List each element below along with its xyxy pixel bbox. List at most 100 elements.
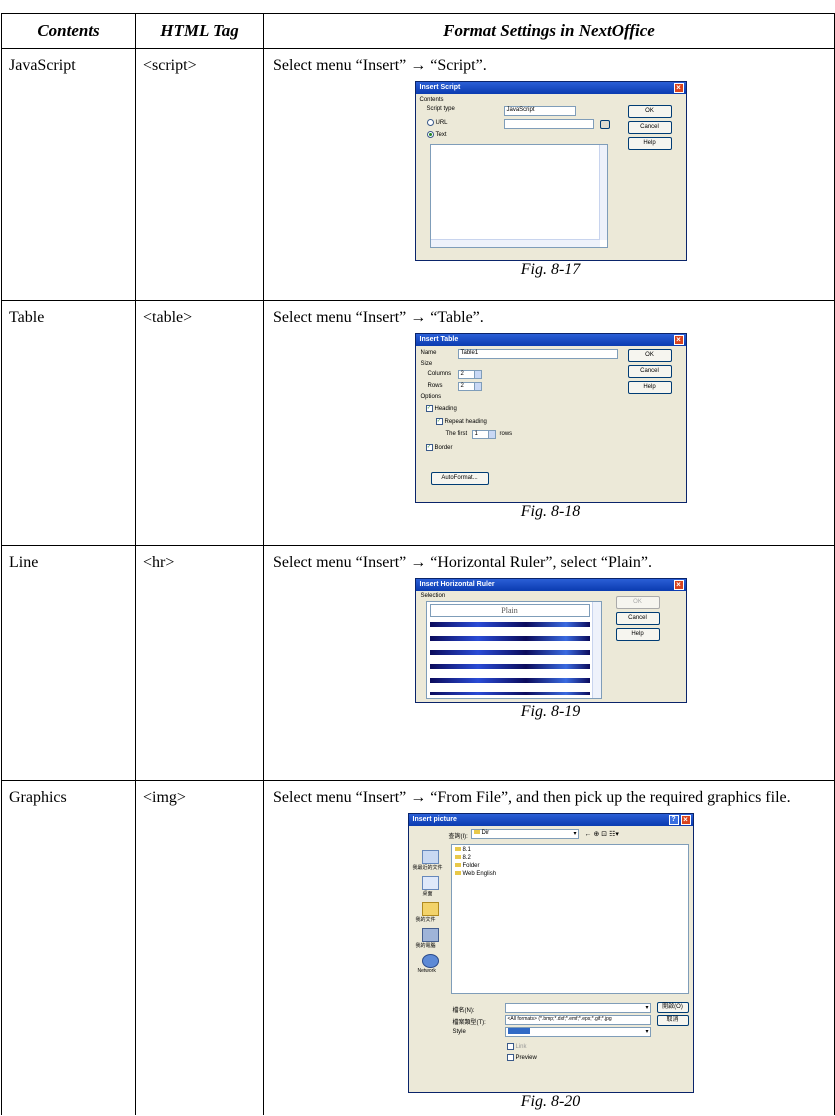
close-icon[interactable]: × <box>673 580 684 590</box>
cell-format: Select menu “Insert” → “Horizontal Ruler… <box>263 545 835 781</box>
figure: Insert Horizontal Ruler × Selection Plai… <box>273 573 828 703</box>
header-contents: Contents <box>1 13 136 49</box>
close-icon[interactable]: × <box>673 83 684 93</box>
spin-icon[interactable] <box>473 383 481 390</box>
table-row: Line <hr> Select menu “Insert” → “Horizo… <box>1 545 835 781</box>
file-list[interactable]: 8.1 8.2 Folder Web English <box>450 844 689 994</box>
folder-icon <box>454 863 461 867</box>
help-button[interactable]: Help <box>615 628 660 641</box>
rows-label: Rows <box>427 383 443 389</box>
script-type-field[interactable]: JavaScript <box>503 106 576 116</box>
dialog-title-bar: Insert Table × <box>415 334 686 346</box>
border-checkbox[interactable]: ✓ Border <box>425 444 453 451</box>
ruler-option[interactable] <box>429 650 590 655</box>
spin-icon[interactable] <box>487 431 495 438</box>
table-row: JavaScript <script> Select menu “Insert”… <box>1 48 835 301</box>
style-select[interactable]: ▾ <box>504 1027 651 1037</box>
script-text-area[interactable] <box>429 144 608 248</box>
name-field[interactable]: Table1 <box>457 349 618 359</box>
link-checkbox[interactable]: Link <box>506 1043 527 1050</box>
place-label: Network <box>417 968 436 974</box>
dialog-title: Insert Table <box>419 336 459 343</box>
url-radio[interactable]: URL <box>426 119 448 126</box>
cancel-button[interactable]: Cancel <box>627 121 672 134</box>
insert-table-dialog: Insert Table × Name Table1 Size Columns … <box>414 333 687 503</box>
ruler-option[interactable] <box>429 636 590 641</box>
ok-button[interactable]: OK <box>615 596 660 609</box>
file-name-label: 檔名(N): <box>452 1008 475 1014</box>
dialog-title-bar: Insert Script × <box>415 82 686 94</box>
options-group-label: Options <box>420 394 442 400</box>
place-label: 桌面 <box>422 891 433 897</box>
file-name-field[interactable]: ▾ <box>504 1003 651 1013</box>
preview-checkbox[interactable]: Preview <box>506 1054 537 1061</box>
size-group-label: Size <box>420 361 433 367</box>
autoformat-button[interactable]: AutoFormat... <box>430 472 489 485</box>
list-item[interactable]: Web English <box>454 871 496 877</box>
dialog-title: Insert Horizontal Ruler <box>419 581 495 588</box>
vertical-scrollbar[interactable] <box>591 602 601 698</box>
documents-icon[interactable] <box>421 902 439 916</box>
ok-button[interactable]: OK <box>627 105 672 118</box>
nav-icons[interactable]: ← ⊕ ⊡ ☷▾ <box>585 830 619 838</box>
columns-stepper[interactable]: 2 <box>457 370 482 379</box>
cancel-button[interactable]: Cancel <box>627 365 672 378</box>
figure: Insert picture ? × 查詢(I): Dir ▾ ← ⊕ ⊡ ☷▾ … <box>273 808 828 1093</box>
columns-label: Columns <box>427 371 452 377</box>
dialog-title: Insert picture <box>412 816 457 823</box>
folder-icon <box>454 871 461 875</box>
insert-script-dialog: Insert Script × Contents Script type Jav… <box>414 81 687 261</box>
repeat-heading-checkbox[interactable]: ✓ Repeat heading <box>435 418 487 425</box>
figure-caption: Fig. 8-19 <box>520 703 581 720</box>
cancel-button[interactable]: Cancel <box>615 612 660 625</box>
instruction-text: Select menu “Insert” → “Table”. <box>273 309 484 326</box>
rows-stepper[interactable]: 2 <box>457 382 482 391</box>
list-item[interactable]: 8.2 <box>454 855 471 861</box>
cell-content: Graphics <box>1 780 136 1115</box>
help-button[interactable]: Help <box>627 381 672 394</box>
help-icon[interactable]: ? <box>668 815 679 825</box>
look-in-select[interactable]: Dir ▾ <box>470 829 579 839</box>
computer-icon[interactable] <box>421 928 439 942</box>
cancel-button[interactable]: 取消 <box>656 1015 689 1026</box>
figure: Insert Script × Contents Script type Jav… <box>273 76 828 261</box>
instruction-text: Select menu “Insert” → “Script”. <box>273 57 487 74</box>
header-html-tag: HTML Tag <box>135 13 264 49</box>
dialog-title-bar: Insert Horizontal Ruler × <box>415 579 686 591</box>
text-radio[interactable]: Text <box>426 131 447 138</box>
the-first-stepper[interactable]: 1 <box>471 430 496 439</box>
list-item[interactable]: 8.1 <box>454 847 471 853</box>
check-icon: ✓ <box>435 418 443 425</box>
desktop-icon[interactable] <box>421 876 439 890</box>
open-button[interactable]: 開啟(O) <box>656 1002 689 1013</box>
cell-format: Select menu “Insert” → “Script”. Insert … <box>263 48 835 301</box>
look-in-label: 查詢(I): <box>448 834 468 840</box>
header-format-settings: Format Settings in NextOffice <box>263 13 835 49</box>
ruler-option[interactable] <box>429 664 590 669</box>
url-field[interactable] <box>503 119 594 129</box>
rows-unit-label: rows <box>499 431 513 437</box>
group-label: Contents <box>419 97 444 103</box>
spin-icon[interactable] <box>473 371 481 378</box>
help-button[interactable]: Help <box>627 137 672 150</box>
close-icon[interactable]: × <box>680 815 691 825</box>
network-icon[interactable] <box>421 954 439 968</box>
horizontal-scrollbar[interactable] <box>430 239 600 247</box>
ruler-option-plain[interactable]: Plain <box>429 604 590 617</box>
recent-icon[interactable] <box>421 850 439 864</box>
figure-caption: Fig. 8-20 <box>520 1093 581 1110</box>
ok-button[interactable]: OK <box>627 349 672 362</box>
vertical-scrollbar[interactable] <box>598 145 607 240</box>
list-item[interactable]: Folder <box>454 863 480 869</box>
ruler-option[interactable] <box>429 622 590 627</box>
ruler-option[interactable] <box>429 692 590 695</box>
heading-checkbox[interactable]: ✓ Heading <box>425 405 457 412</box>
file-type-select[interactable]: <All formats> (*.bmp;*.dxf;*.emf;*.eps;*… <box>504 1015 651 1025</box>
folder-icon <box>473 830 480 834</box>
ruler-list[interactable]: Plain <box>425 601 602 699</box>
ruler-option[interactable] <box>429 678 590 683</box>
style-label: Style <box>452 1029 466 1035</box>
close-icon[interactable]: × <box>673 335 684 345</box>
figure: Insert Table × Name Table1 Size Columns … <box>273 328 828 503</box>
browse-button[interactable] <box>599 120 610 129</box>
